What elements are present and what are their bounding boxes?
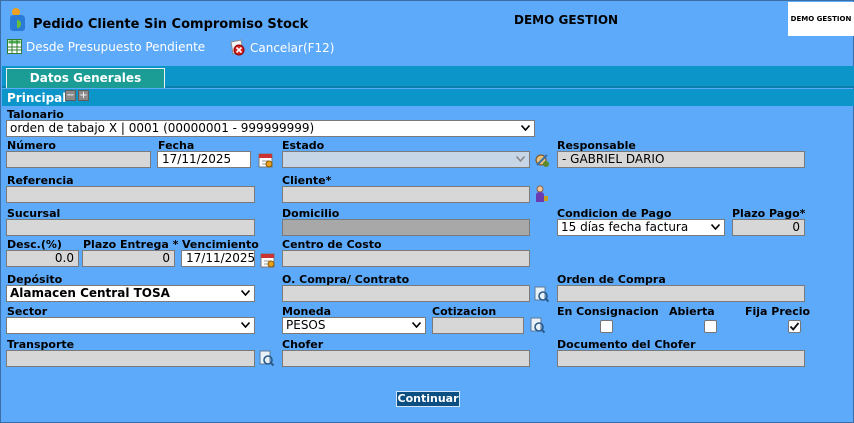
numero-field[interactable] [6, 151, 151, 168]
cancel-label: Cancelar(F12) [250, 41, 335, 55]
plazo-pago-field[interactable]: 0 [732, 219, 805, 236]
referencia-field[interactable] [6, 186, 255, 203]
condicion-pago-value: 15 días fecha factura [561, 220, 689, 234]
title-bar: Pedido Cliente Sin Compromiso Stock DEMO… [2, 2, 854, 36]
tab-datos-generales[interactable]: Datos Generales [6, 68, 165, 88]
chofer-field[interactable] [282, 350, 530, 367]
condicion-pago-select[interactable]: 15 días fecha factura [557, 219, 725, 236]
company-name: DEMO GESTION [514, 13, 619, 27]
collapse-button[interactable]: − [65, 90, 76, 101]
vencimiento-field[interactable]: 17/11/2025 [181, 250, 255, 267]
tab-strip: Datos Generales [2, 66, 854, 88]
estado-select[interactable] [282, 151, 530, 168]
window: Pedido Cliente Sin Compromiso Stock DEMO… [0, 0, 854, 423]
responsable-field[interactable]: - GABRIEL DARIO [557, 151, 805, 168]
cliente-field[interactable] [282, 186, 530, 203]
chevron-down-icon [241, 322, 250, 328]
cancel-button[interactable]: Cancelar(F12) [228, 39, 334, 57]
person-icon[interactable] [532, 185, 550, 203]
lookup-icon[interactable] [528, 316, 546, 334]
domicilio-field[interactable] [282, 219, 530, 236]
en-consignacion-checkbox[interactable] [600, 320, 613, 333]
sector-select[interactable] [6, 317, 255, 334]
lookup-icon[interactable] [532, 285, 550, 303]
chevron-down-icon [711, 224, 720, 230]
plazo-entrega-field[interactable]: 0 [82, 250, 175, 267]
company-logo: DEMO GESTION [788, 2, 854, 36]
fija-precio-label: Fija Precio [745, 305, 811, 318]
centro-costo-field[interactable] [282, 250, 530, 267]
descuento-field[interactable]: 0.0 [6, 250, 79, 267]
talonario-value: orden de tabajo X | 0001 (00000001 - 999… [10, 121, 315, 135]
chevron-down-icon [241, 290, 250, 296]
cancel-icon [230, 39, 245, 56]
talonario-select[interactable]: orden de tabajo X | 0001 (00000001 - 999… [6, 120, 535, 137]
chevron-down-icon [521, 125, 530, 131]
deposito-select[interactable]: Alamacen Central TOSA [6, 285, 255, 302]
en-consignacion-label: En Consignacion [557, 305, 659, 318]
checkmark-icon [789, 322, 800, 331]
calendar-icon[interactable] [259, 251, 277, 269]
chevron-down-icon [516, 156, 525, 162]
fecha-field[interactable]: 17/11/2025 [157, 151, 251, 168]
chevron-down-icon [412, 322, 421, 328]
orden-compra-field[interactable] [557, 285, 805, 302]
grid-icon [7, 39, 22, 54]
abierta-label: Abierta [669, 305, 715, 318]
expand-button[interactable]: + [78, 90, 89, 101]
app-logo-icon [10, 8, 25, 31]
section-title: Principal [7, 91, 67, 105]
continue-button[interactable]: Continuar [396, 391, 460, 407]
documento-chofer-field[interactable] [557, 350, 805, 367]
lookup-icon[interactable] [533, 151, 551, 169]
abierta-checkbox[interactable] [704, 320, 717, 333]
toolbar: Desde Presupuesto Pendiente Cancelar(F12… [2, 37, 854, 61]
moneda-value: PESOS [286, 318, 326, 332]
sucursal-field[interactable] [6, 219, 255, 236]
calendar-icon[interactable] [257, 151, 275, 169]
section-header: Principal − + [2, 89, 854, 106]
fija-precio-checkbox[interactable] [788, 320, 801, 333]
page-title: Pedido Cliente Sin Compromiso Stock [33, 17, 309, 32]
moneda-select[interactable]: PESOS [282, 317, 426, 334]
cotizacion-field[interactable] [432, 317, 524, 334]
from-quote-label: Desde Presupuesto Pendiente [26, 39, 206, 54]
orden-compra-contrato-field[interactable] [282, 285, 530, 302]
lookup-icon[interactable] [257, 349, 275, 367]
from-quote-button[interactable]: Desde Presupuesto Pendiente [7, 39, 205, 54]
transporte-field[interactable] [6, 350, 255, 367]
deposito-value: Alamacen Central TOSA [10, 286, 170, 300]
